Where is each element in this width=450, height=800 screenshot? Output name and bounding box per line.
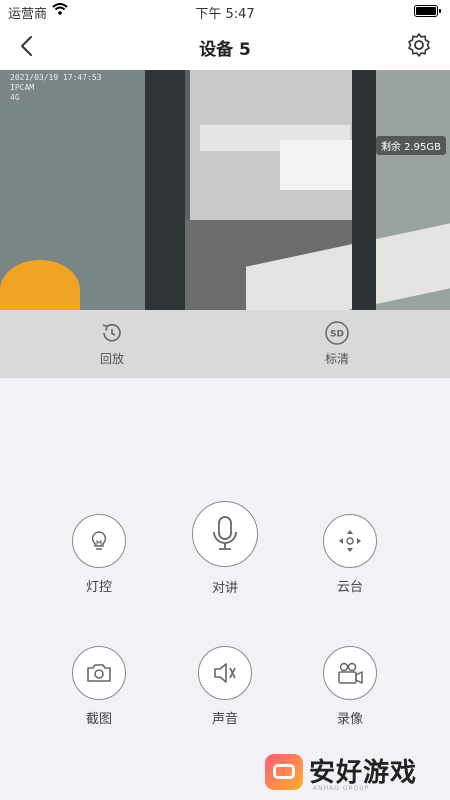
sd-icon: SD — [325, 321, 349, 345]
microphone-icon — [213, 516, 237, 550]
light-control-button[interactable]: 灯控 — [59, 514, 139, 595]
light-control-label: 灯控 — [85, 580, 112, 595]
snapshot-button[interactable]: 截图 — [59, 646, 139, 727]
record-button[interactable]: 录像 — [310, 646, 390, 727]
video-osd: 2021/03/19 17:47:53 IPCAM 4G — [10, 73, 102, 103]
status-bar: 运营商 下午 5:47 — [0, 0, 450, 22]
snapshot-circle[interactable] — [72, 646, 126, 700]
snapshot-label: 截图 — [85, 712, 112, 727]
ptz-circle[interactable] — [323, 514, 377, 568]
osd-network: 4G — [10, 93, 20, 102]
mute-icon — [214, 663, 236, 683]
ptz-direction-icon — [339, 530, 361, 552]
talk-button[interactable]: 对讲 — [185, 501, 265, 596]
nav-bar: 设备 5 — [0, 22, 450, 70]
bulb-icon — [91, 531, 107, 550]
playback-bar: 回放 SD 标清 — [0, 310, 450, 378]
ptz-label: 云台 — [336, 580, 363, 595]
quality-button[interactable]: SD 标清 — [297, 320, 377, 367]
record-label: 录像 — [336, 712, 363, 727]
page-title: 设备 5 — [199, 40, 251, 60]
watermark-text: 安好游戏 — [309, 758, 418, 788]
sound-label: 声音 — [211, 712, 238, 727]
osd-timestamp: 2021/03/19 17:47:53 — [10, 73, 102, 82]
playback-button[interactable]: 回放 — [72, 320, 152, 367]
watermark-logo-icon — [265, 754, 303, 790]
camera-icon — [87, 664, 111, 682]
gear-icon[interactable] — [406, 32, 432, 58]
live-video[interactable]: 2021/03/19 17:47:53 IPCAM 4G 剩余 2.95GB — [0, 70, 450, 310]
battery-icon — [414, 5, 441, 17]
talk-label: 对讲 — [211, 581, 238, 596]
sd-icon-text: SD — [330, 330, 344, 340]
watermark-subtext: ANHAO GROUP — [313, 785, 370, 792]
storage-remaining-badge: 剩余 2.95GB — [375, 136, 446, 155]
sound-button[interactable]: 声音 — [185, 646, 265, 727]
ptz-button[interactable]: 云台 — [310, 514, 390, 595]
video-scene-frame — [352, 70, 376, 310]
record-circle[interactable] — [323, 646, 377, 700]
video-camera-icon — [338, 662, 363, 684]
video-scene-desk — [280, 140, 355, 190]
talk-circle[interactable] — [192, 501, 258, 567]
quality-label: 标清 — [324, 352, 349, 366]
osd-camera-name: IPCAM — [10, 83, 35, 92]
playback-label: 回放 — [99, 352, 124, 366]
history-icon — [102, 323, 121, 342]
watermark: 安好游戏 ANHAO GROUP — [265, 752, 445, 796]
light-control-circle[interactable] — [72, 514, 126, 568]
sound-circle[interactable] — [198, 646, 252, 700]
status-time: 下午 5:47 — [195, 7, 255, 22]
video-scene-frame — [145, 70, 185, 310]
